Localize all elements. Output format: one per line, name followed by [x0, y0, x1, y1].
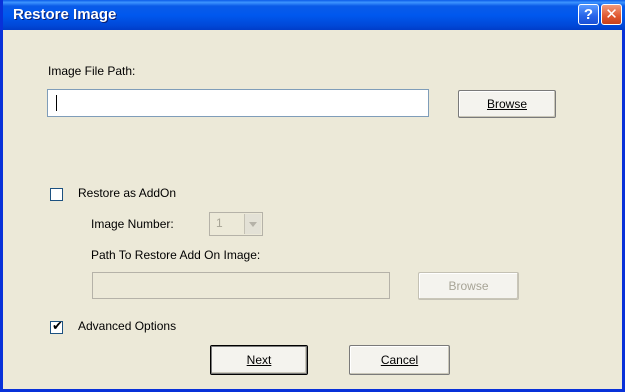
text-caret	[56, 95, 57, 111]
cancel-button-label: Cancel	[380, 353, 419, 367]
restore-as-addon-checkbox[interactable]	[50, 188, 63, 201]
image-number-label: Image Number:	[91, 217, 174, 231]
restore-image-dialog: Restore Image ? ✕ Image File Path: Brows…	[0, 0, 625, 392]
checkmark-icon: ✔	[52, 319, 63, 334]
browse-addon-button[interactable]: Browse	[418, 272, 519, 300]
image-file-path-input[interactable]	[47, 89, 429, 117]
browse-addon-button-label: Browse	[448, 279, 489, 293]
addon-path-input[interactable]	[92, 272, 390, 299]
next-button[interactable]: Next	[210, 345, 308, 375]
chevron-down-icon[interactable]	[244, 214, 261, 234]
browse-image-button[interactable]: Browse	[458, 90, 556, 118]
image-number-select[interactable]: 1	[209, 212, 263, 236]
window-title: Restore Image	[13, 6, 117, 23]
next-button-label: Next	[246, 353, 272, 367]
image-number-value: 1	[216, 216, 223, 230]
restore-as-addon-label[interactable]: Restore as AddOn	[78, 186, 176, 200]
close-icon: ✕	[605, 5, 618, 23]
image-file-path-label: Image File Path:	[48, 64, 136, 78]
cancel-button[interactable]: Cancel	[349, 345, 450, 375]
advanced-options-label[interactable]: Advanced Options	[78, 319, 176, 333]
help-icon: ?	[583, 6, 594, 23]
title-bar[interactable]: Restore Image ? ✕	[3, 0, 625, 30]
addon-path-label: Path To Restore Add On Image:	[91, 248, 261, 262]
close-button[interactable]: ✕	[601, 4, 622, 25]
help-button[interactable]: ?	[578, 4, 599, 25]
browse-image-button-label: Browse	[486, 97, 527, 111]
advanced-options-checkbox[interactable]: ✔	[50, 319, 63, 334]
